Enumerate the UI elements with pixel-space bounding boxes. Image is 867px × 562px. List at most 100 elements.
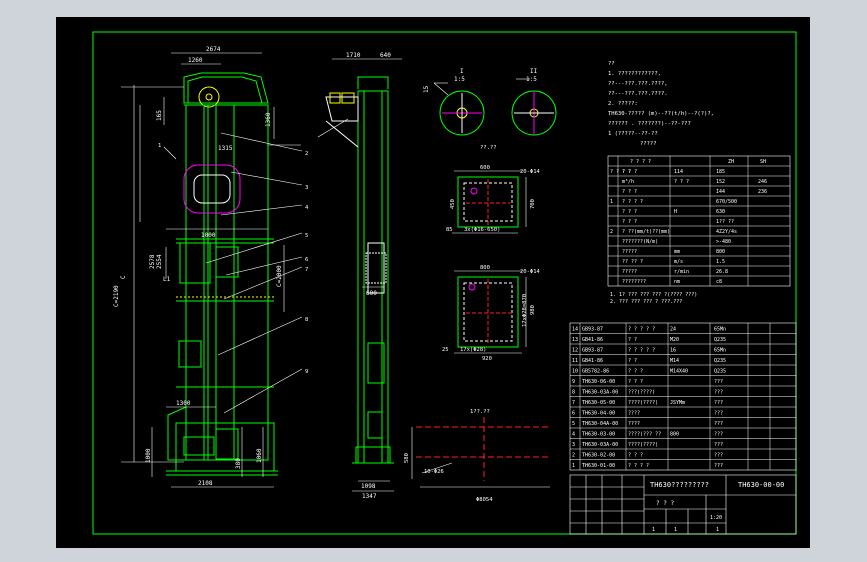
- tech-table-cell: ?? ?? ?: [622, 259, 643, 265]
- tech-table-cell: ?????: [622, 269, 637, 275]
- callout-7: 7: [305, 267, 308, 273]
- parts-list-cell: TH630-06-00: [582, 379, 615, 385]
- parts-list-cell: 65Mn: [714, 348, 726, 354]
- tech-table-cell: 114: [674, 169, 683, 175]
- drawing-subtitle: ? ? ?: [656, 500, 674, 507]
- flat-height: 580: [404, 453, 410, 463]
- upper-dim-edge: 85: [446, 227, 453, 233]
- tech-table-cell: ? ?: [622, 169, 631, 175]
- dim-left-top: 165: [156, 110, 163, 121]
- parts-list-cell: ????(????): [628, 442, 658, 448]
- parts-list-cell: ????: [628, 421, 640, 427]
- tech-table-cell: ????????: [622, 279, 646, 285]
- dim-left-mid1: 2578: [149, 254, 156, 269]
- parts-list-cell: 16: [670, 348, 676, 354]
- parts-list-cell: GB93-87: [582, 348, 603, 354]
- parts-list-cell: ????: [628, 411, 640, 417]
- tech-table-cell: nm: [674, 279, 680, 285]
- parts-list-cell: 14: [572, 327, 578, 333]
- tech-table-cell: 4Z2Y/4s: [716, 229, 737, 235]
- flat-title: 1??.??: [470, 409, 490, 415]
- parts-list-cell: ? ?: [628, 358, 637, 364]
- callout-5: 5: [305, 233, 308, 239]
- lower-dim-edge: 25: [442, 347, 449, 353]
- parts-list-cell: JSYMm: [670, 400, 685, 406]
- parts-list-cell: 2: [572, 453, 575, 459]
- tech-table-cell: 1?? ??: [716, 219, 734, 225]
- dim-side-mid: 600: [366, 290, 377, 297]
- note-line: 1 (?????--??-??: [608, 131, 658, 137]
- lower-dim-overall: 920: [482, 356, 492, 362]
- parts-list-cell: ???: [714, 453, 723, 459]
- dim-top-overall: 2674: [206, 46, 221, 53]
- dim-bottom-left: 1300: [176, 400, 191, 407]
- parts-list-cell: Q235: [714, 337, 726, 343]
- tech-footnote: 1. 1? ??? ??? ??? ?(???? ???): [610, 292, 697, 298]
- parts-list-cell: ? ? ?: [628, 453, 643, 459]
- tech-table-cell: c8: [716, 279, 722, 285]
- dim-mid-width: 1000: [201, 232, 216, 239]
- parts-list-cell: 4: [572, 432, 575, 438]
- parts-list-cell: M14X40: [670, 369, 688, 375]
- detail-I-ratio: 1:5: [454, 76, 465, 83]
- upper-dim-width: 600: [480, 165, 490, 171]
- tech-table-cell: >-480: [716, 239, 731, 245]
- parts-list-cell: TH630-04-00: [582, 411, 615, 417]
- parts-list-cell: ? ? ?: [628, 369, 643, 375]
- label-L: L1: [163, 276, 171, 283]
- dim-side-top-left: 1710: [346, 52, 361, 59]
- tech-table-cell: 670/500: [716, 199, 737, 205]
- tech-footnote: 2. ??? ??? ??? ? ???.???: [610, 299, 682, 305]
- tech-table-cell: ? ? ? ?: [622, 199, 643, 205]
- parts-list-cell: GB41-86: [582, 337, 603, 343]
- sheet-b: 1: [674, 527, 677, 533]
- parts-list-cell: ???: [714, 411, 723, 417]
- parts-list-cell: ? ? ?: [628, 379, 643, 385]
- parts-list-cell: GB93-87: [582, 327, 603, 333]
- tech-table-cell: ? ? ?: [622, 219, 637, 225]
- parts-list-cell: TH630-04A-00: [582, 421, 618, 427]
- callout-8: 8: [305, 317, 308, 323]
- parts-list-cell: 12: [572, 348, 578, 354]
- flat-holes: 10-Φ26: [424, 469, 444, 475]
- callout-3: 3: [305, 185, 308, 191]
- upper-dim-holes: 20-Φ14: [520, 169, 541, 175]
- parts-list-cell: TH630-01-00: [582, 463, 615, 469]
- parts-list-cell: 800: [670, 432, 679, 438]
- parts-list-cell: ???: [714, 432, 723, 438]
- parts-list-cell: ???: [714, 463, 723, 469]
- parts-list-cell: 8: [572, 390, 575, 396]
- tech-table-cell: ?????: [622, 249, 637, 255]
- detail-II-label: II: [530, 68, 538, 75]
- dim-right-top: 1360: [265, 112, 272, 127]
- tech-header-cell: ? ? ? ?: [630, 159, 651, 165]
- parts-list-cell: ? ?: [628, 337, 637, 343]
- note-line: TH630-????? (m)--??(t/h)--?(?)?,: [608, 111, 714, 117]
- callout-9: 9: [305, 369, 308, 375]
- cad-window: 2674 1260 C=2190 C 165 1360 1315 1000 25…: [0, 0, 867, 562]
- parts-list-cell: ???(????): [628, 390, 655, 396]
- callout-6: 6: [305, 257, 308, 263]
- parts-list-cell: 24: [670, 327, 676, 333]
- tech-table-cell: mm: [674, 249, 680, 255]
- tech-table-cell: m³/h: [622, 179, 634, 185]
- dim-height-c: C: [120, 275, 127, 279]
- lower-dim-width: 800: [480, 265, 490, 271]
- callout-1: 1: [158, 143, 161, 149]
- cad-drawing-sheet[interactable]: 2674 1260 C=2190 C 165 1360 1315 1000 25…: [56, 17, 810, 548]
- tech-table-cell: r/min: [674, 269, 689, 275]
- lower-dim-right-a: 980: [530, 305, 536, 315]
- parts-list-cell: Q235: [714, 369, 726, 375]
- parts-list-cell: ? ? ? ? ?: [628, 348, 655, 354]
- parts-list-cell: TH630-03A-00: [582, 390, 618, 396]
- upper-dim-bottom: 3x(Φ16-650): [464, 227, 500, 233]
- dim-side-bottom1: 1098: [361, 483, 376, 490]
- note-line: ??: [608, 61, 615, 67]
- parts-list-cell: 6: [572, 411, 575, 417]
- parts-list-cell: ???: [714, 421, 723, 427]
- upper-dim-right: 700: [530, 199, 536, 209]
- parts-list-cell: ????(??? ??: [628, 432, 661, 438]
- parts-list-cell: ???: [714, 400, 723, 406]
- tech-table-cell: ? ? ?: [622, 189, 637, 195]
- parts-list-cell: TH630-02-00: [582, 453, 615, 459]
